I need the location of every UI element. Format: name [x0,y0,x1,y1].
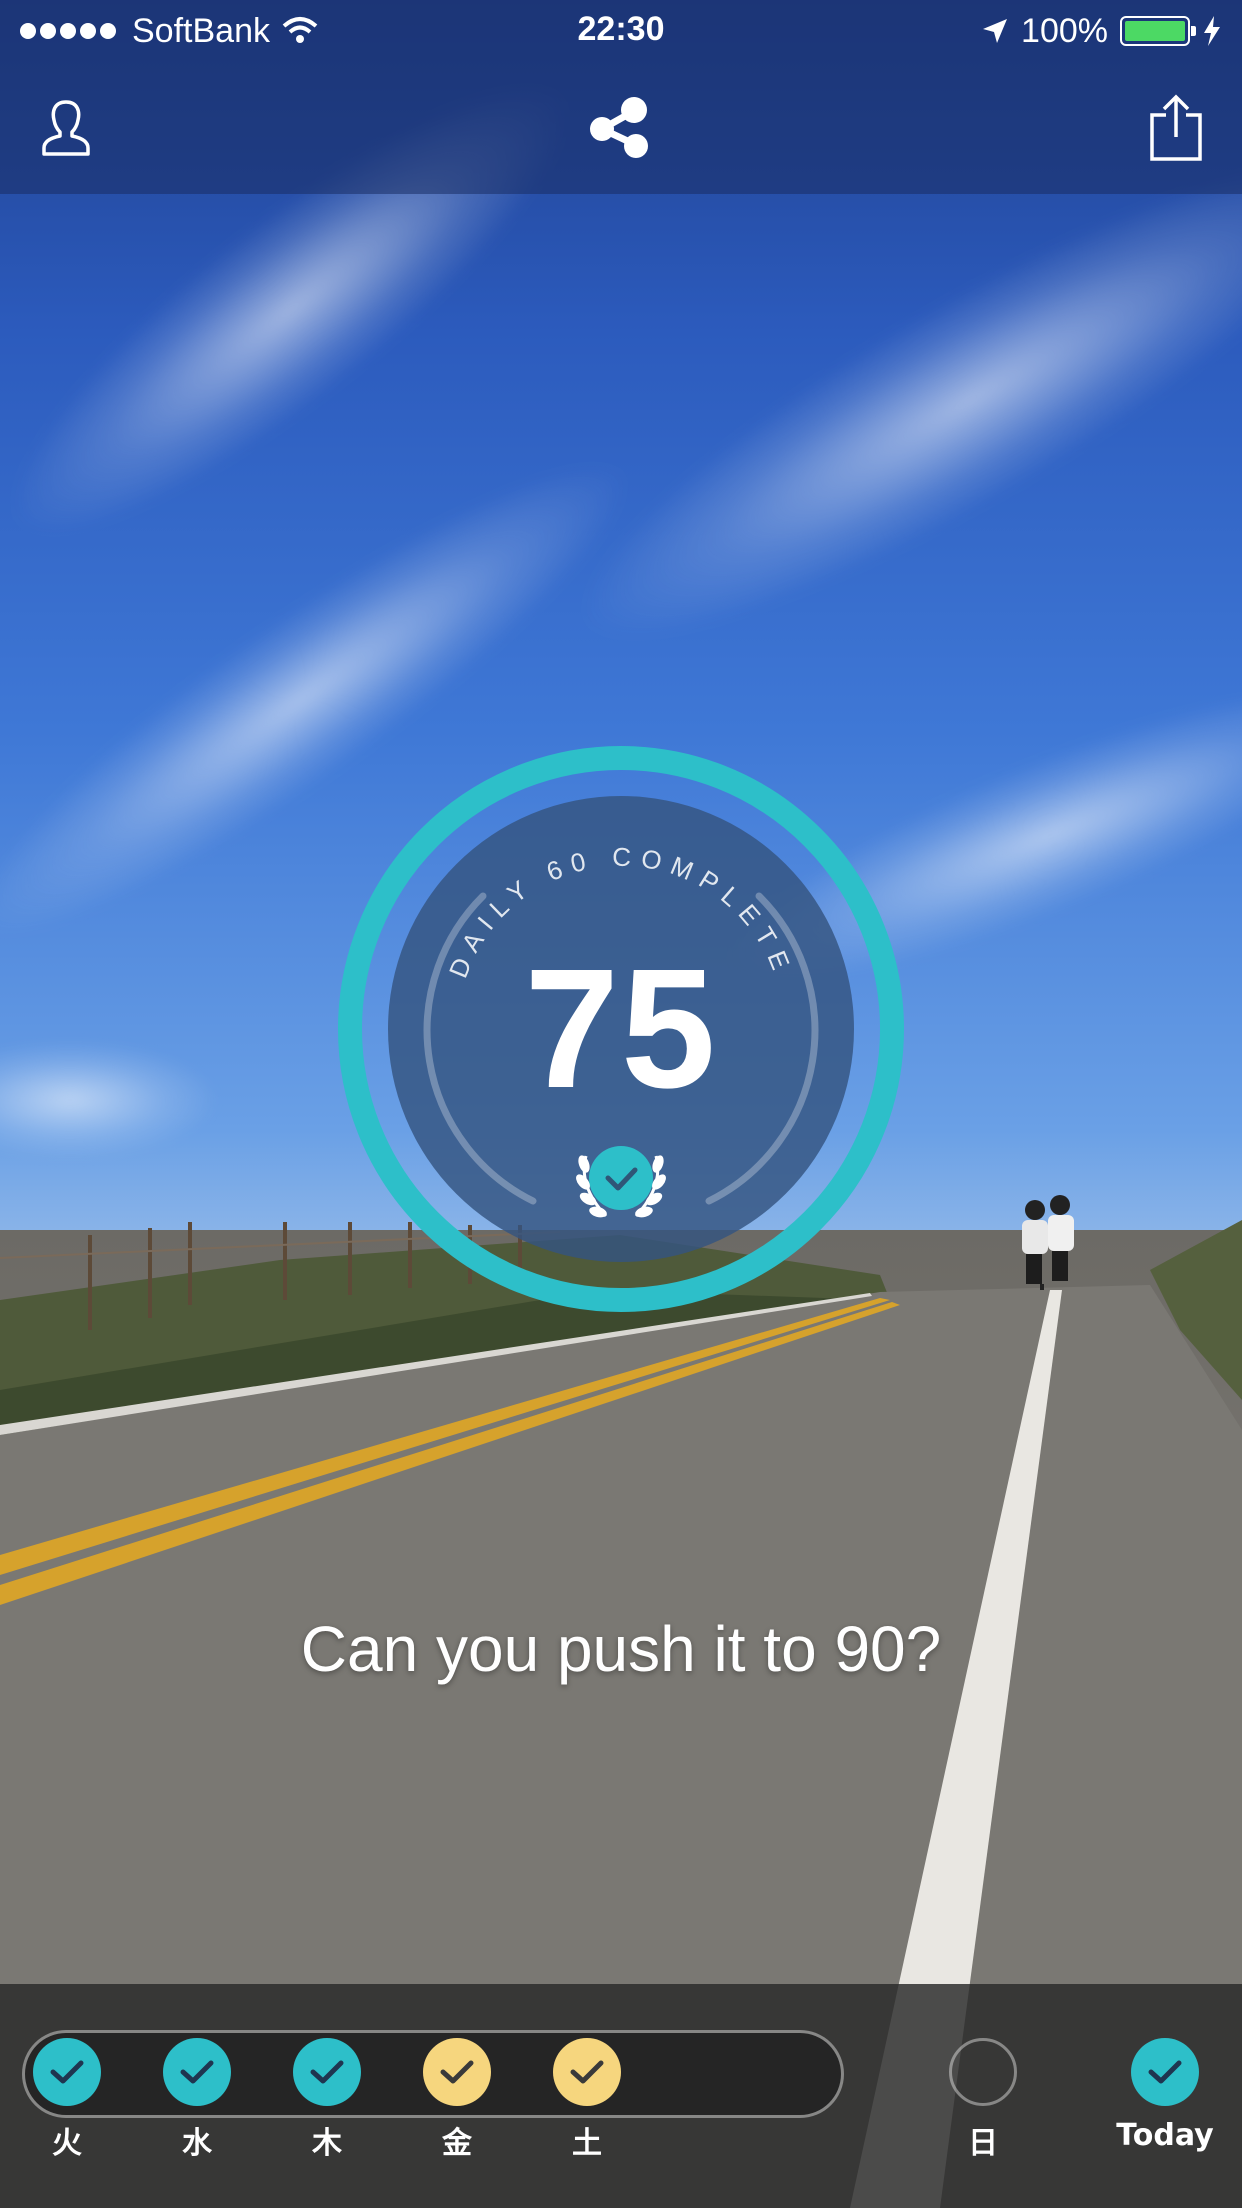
checkmark-icon [310,2060,344,2084]
day-label: 水 [182,2126,212,2161]
laurel-check-icon [576,1146,666,1218]
checkmark-icon [50,2060,84,2084]
battery-percent: 100% [1021,11,1108,50]
signal-dots-icon [20,23,116,39]
day-complete-dot [423,2038,491,2106]
person-icon [42,100,90,156]
day-complete-dot [33,2038,101,2106]
checkmark-icon [570,2060,604,2084]
day-label: 金 [442,2126,472,2161]
checkmark-icon [1148,2060,1182,2084]
score-value: 75 [524,934,718,1124]
share-button[interactable] [1136,88,1216,168]
day-label: Today [1116,2118,1214,2153]
day-indicator[interactable]: Today [1100,2038,1230,2153]
share-nodes-icon [590,97,648,158]
charging-bolt-icon [1204,16,1220,46]
wifi-icon [282,17,318,43]
checkmark-icon [440,2060,474,2084]
share-upload-icon [1150,94,1202,161]
day-indicator[interactable]: 水 [132,2038,262,2162]
battery-icon [1120,16,1196,46]
carrier-name: SoftBank [132,11,270,50]
cyclists [1022,1195,1074,1290]
activity-network-button[interactable] [581,88,661,168]
profile-button[interactable] [26,88,106,168]
location-arrow-icon [983,19,1008,43]
day-indicator[interactable]: 火 [2,2038,132,2162]
day-indicator[interactable]: 金 [392,2038,522,2162]
checkmark-icon [180,2060,214,2084]
day-indicator[interactable]: 木 [262,2038,392,2162]
status-bar: SoftBank 22:30 100% [0,0,1242,62]
status-right: 100% [981,12,1222,51]
day-complete-dot [163,2038,231,2106]
day-indicator[interactable]: 日 [918,2038,1048,2162]
day-label: 日 [968,2126,998,2161]
day-complete-dot [293,2038,361,2106]
day-empty-circle [949,2038,1017,2106]
day-label: 土 [572,2126,602,2161]
day-complete-dot [1131,2038,1199,2106]
week-streak-bar: 火 水 木 金 土 日 Today [0,1984,1242,2208]
daily-score-badge[interactable]: DAILY 60 COMPLETE 75 [338,746,904,1312]
day-complete-dot [553,2038,621,2106]
day-label: 火 [52,2126,82,2161]
status-left: SoftBank [20,12,320,51]
day-label: 木 [312,2126,342,2161]
goal-prompt: Can you push it to 90? [300,1613,942,1685]
day-indicator[interactable]: 土 [522,2038,652,2162]
